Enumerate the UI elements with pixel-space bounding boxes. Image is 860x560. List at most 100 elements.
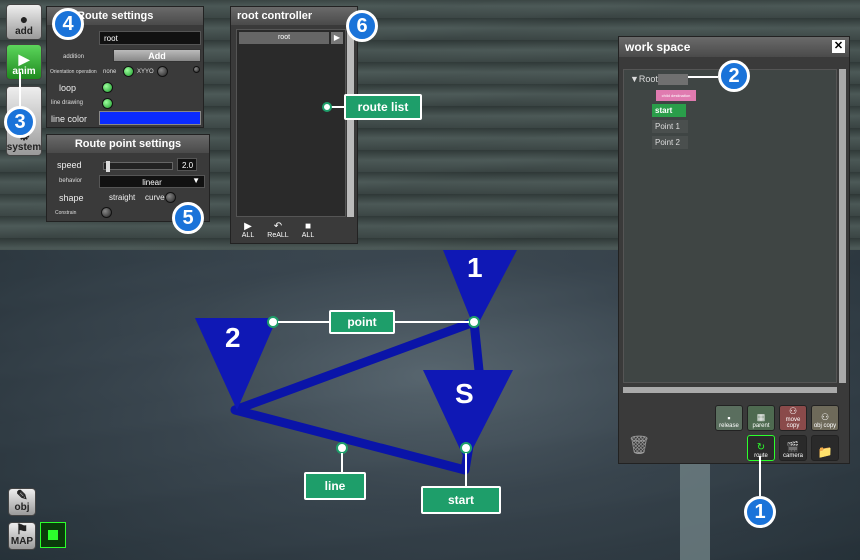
folder-button[interactable]: 📁 bbox=[811, 435, 839, 461]
stop-icon: ■ bbox=[304, 221, 312, 232]
release-button[interactable]: ▪ release bbox=[715, 405, 743, 431]
add-label: add bbox=[15, 26, 33, 37]
badge-3-connector bbox=[19, 72, 21, 106]
play-all-button[interactable]: ▶ ALL bbox=[237, 221, 259, 243]
shape-label: shape bbox=[59, 193, 84, 203]
line-color-swatch[interactable] bbox=[99, 111, 201, 125]
move-copy-button[interactable]: ⚇ move copy bbox=[779, 405, 807, 431]
addition-label: addition bbox=[63, 54, 85, 60]
marker-start-label: S bbox=[455, 378, 474, 409]
root-controller-title: root controller bbox=[231, 7, 357, 25]
scene-viewport[interactable]: 1 2 S point line start ● add ▶ anim ⚙ sy… bbox=[0, 0, 860, 560]
route-list[interactable]: root ▶ bbox=[236, 29, 346, 217]
list-scrollbar[interactable] bbox=[347, 29, 354, 217]
line-drawing-label: line drawing bbox=[51, 100, 84, 106]
running-icon: ▶ bbox=[18, 51, 30, 67]
speed-slider-handle[interactable] bbox=[105, 161, 110, 172]
badge-4: 4 bbox=[52, 8, 84, 40]
folder-icon: 📁 bbox=[817, 445, 833, 459]
camera-label: camera bbox=[782, 453, 803, 459]
add-button[interactable]: ● add bbox=[6, 4, 42, 40]
callout-route-list: route list bbox=[344, 94, 422, 120]
minimap-icon[interactable] bbox=[40, 522, 66, 548]
close-icon: ✕ bbox=[833, 40, 844, 52]
play-all-icon: ▶ bbox=[244, 221, 252, 232]
orientation-extra-radio[interactable] bbox=[193, 66, 200, 73]
tree-vscrollbar[interactable] bbox=[839, 69, 846, 383]
reall-button[interactable]: ↶ ReALL bbox=[265, 221, 291, 243]
shape-curve-label: curve bbox=[145, 193, 165, 202]
clapper-icon: 🎬 bbox=[786, 442, 800, 453]
add-route-button[interactable]: Add bbox=[113, 49, 201, 62]
loop-toggle[interactable] bbox=[102, 82, 113, 93]
constrain-toggle[interactable] bbox=[101, 207, 112, 218]
release-icon: ▪ bbox=[727, 413, 731, 423]
tree-root-highlight bbox=[658, 74, 688, 85]
parent-label: parent bbox=[752, 423, 770, 429]
badge-1: 1 bbox=[744, 496, 776, 528]
chevron-down-icon: ▼ bbox=[192, 176, 200, 185]
marker-point1-label: 1 bbox=[467, 252, 483, 283]
return-icon: ↶ bbox=[273, 221, 283, 232]
work-space-title: work space bbox=[619, 37, 849, 57]
trash-icon: 🗑 bbox=[627, 435, 651, 455]
map-icon: ⚑ bbox=[15, 521, 29, 537]
speed-value[interactable]: 2.0 bbox=[177, 158, 197, 171]
behavior-select[interactable]: linear ▼ bbox=[99, 175, 205, 188]
obj-button[interactable]: ✎ obj bbox=[8, 488, 36, 516]
orientation-label: Orientation operation bbox=[50, 69, 97, 75]
work-space-panel: work space ✕ ▼Root child destination sta… bbox=[618, 36, 850, 464]
badge-2-connector bbox=[688, 76, 718, 78]
release-label: release bbox=[719, 423, 739, 429]
route-name-input[interactable]: root bbox=[99, 31, 201, 45]
hierarchy-tree[interactable]: ▼Root child destination start Point 1 Po… bbox=[623, 69, 837, 383]
point-dot-right bbox=[468, 316, 480, 328]
start-dot bbox=[460, 442, 472, 454]
root-controller-panel: root controller root ▶ ▶ ALL ↶ ReALL ■ A… bbox=[230, 6, 358, 244]
callout-start: start bbox=[421, 486, 501, 514]
callout-line: line bbox=[304, 472, 366, 500]
anim-label: anim bbox=[12, 66, 36, 77]
reall-label: ReALL bbox=[267, 232, 289, 239]
stop-all-button[interactable]: ■ ALL bbox=[297, 221, 319, 243]
anim-button[interactable]: ▶ anim bbox=[6, 44, 42, 80]
move-icon: ⚇ bbox=[788, 406, 798, 416]
line-drawing-toggle[interactable] bbox=[102, 98, 113, 109]
tree-point2-item[interactable]: Point 2 bbox=[652, 136, 688, 149]
close-button[interactable]: ✕ bbox=[832, 40, 845, 53]
route-point-settings-title: Route point settings bbox=[47, 135, 209, 153]
map-button[interactable]: ⚑ MAP bbox=[8, 522, 36, 550]
play-icon[interactable]: ▶ bbox=[331, 32, 343, 44]
speed-slider[interactable] bbox=[103, 161, 173, 172]
parent-button[interactable]: ▦ parent bbox=[747, 405, 775, 431]
badge-5: 5 bbox=[172, 202, 204, 234]
trash-button[interactable]: 🗑 bbox=[627, 435, 651, 459]
obj-label: obj bbox=[14, 502, 30, 513]
orientation-xyyo-label: XYYO bbox=[137, 69, 154, 75]
orientation-none-radio[interactable] bbox=[123, 66, 134, 77]
tree-root-item[interactable]: ▼Root bbox=[626, 72, 662, 86]
constrain-label: Constrain bbox=[55, 210, 77, 216]
obj-copy-button[interactable]: ⚇ obj copy bbox=[811, 405, 839, 431]
marker-point2-label: 2 bbox=[225, 322, 241, 353]
shape-curve-radio[interactable] bbox=[165, 192, 176, 203]
point-dot-left bbox=[267, 316, 279, 328]
child-destination-tag[interactable]: child destination bbox=[656, 90, 696, 101]
tree-hscrollbar[interactable] bbox=[623, 387, 837, 393]
loop-label: loop bbox=[59, 83, 77, 93]
orientation-xyyo-radio[interactable] bbox=[157, 66, 168, 77]
shape-straight-label: straight bbox=[109, 193, 136, 202]
tree-point1-item[interactable]: Point 1 bbox=[652, 120, 688, 133]
route-button[interactable]: ↻ route bbox=[747, 435, 775, 461]
badge-1-connector bbox=[759, 456, 761, 496]
obj-copy-label: obj copy bbox=[813, 423, 837, 429]
callout-route-list-dot bbox=[322, 102, 332, 112]
tree-start-item[interactable]: start bbox=[652, 104, 686, 117]
route-list-item[interactable]: root bbox=[239, 32, 329, 44]
play-all-label: ALL bbox=[241, 232, 255, 239]
behavior-label: behavior bbox=[59, 178, 83, 184]
camera-button[interactable]: 🎬 camera bbox=[779, 435, 807, 461]
map-label: MAP bbox=[10, 536, 34, 547]
badge-3: 3 bbox=[4, 106, 36, 138]
badge-6: 6 bbox=[346, 10, 378, 42]
